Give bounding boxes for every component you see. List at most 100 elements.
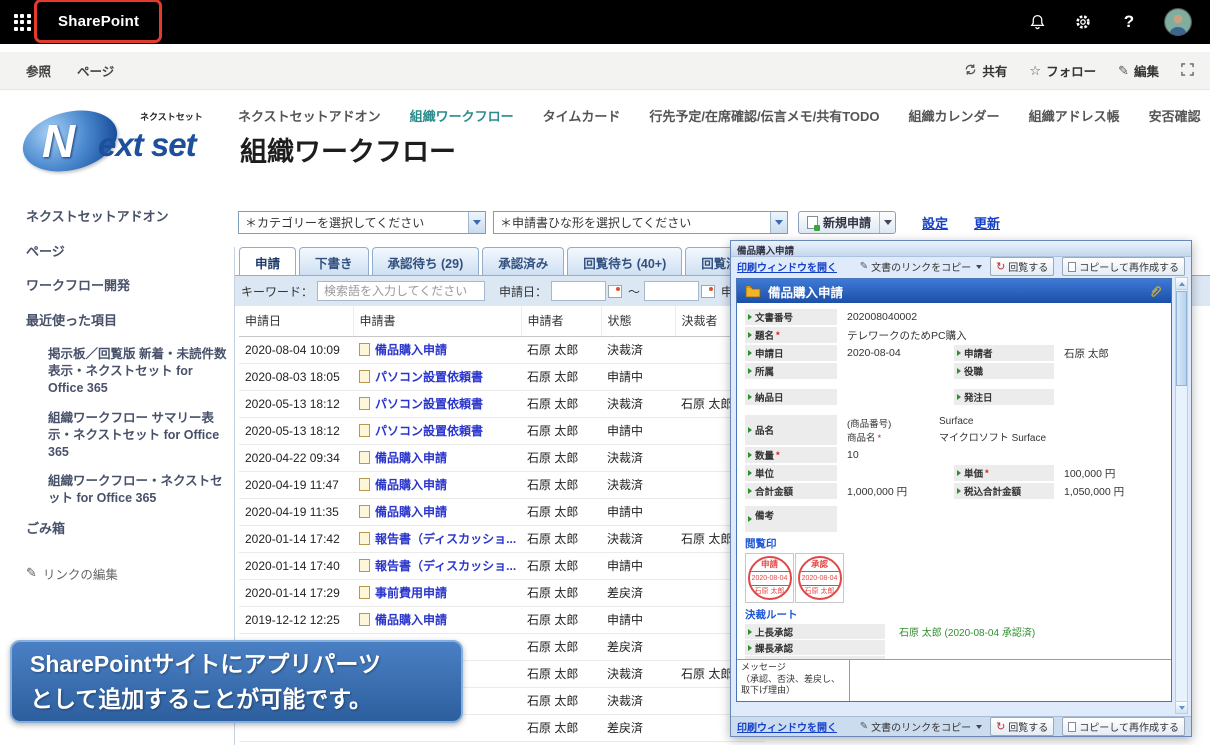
cell-applicant: 石原 太郎 — [521, 687, 601, 714]
notifications-bell-icon[interactable] — [1026, 11, 1048, 33]
date-to-input[interactable] — [644, 281, 699, 301]
status-tab[interactable]: 回覧待ち (40+) — [567, 247, 682, 276]
status-tab[interactable]: 申請 — [239, 247, 296, 276]
document-link[interactable]: 報告書（ディスカッショ... — [375, 530, 516, 547]
circulate-button[interactable]: ↻ 回覧する — [990, 257, 1054, 276]
sidebar-item[interactable]: ページ — [26, 243, 230, 261]
scroll-up-icon[interactable] — [1176, 278, 1187, 290]
route-row: 課長承認 — [745, 640, 1163, 655]
table-row: 2020-08-03 18:05 パソコン設置依頼書 石原 太郎 申請中 — [239, 363, 765, 390]
nav-link[interactable]: 行先予定/在席確認/伝言メモ/共有TODO — [649, 106, 879, 125]
sidebar-item[interactable]: 組織ワークフロー サマリー表示・ネクストセット for Office 365 — [48, 410, 230, 461]
ribbon-tab-browse[interactable]: 参照 — [26, 61, 51, 80]
status-tab[interactable]: 承認待ち (29) — [372, 247, 480, 276]
sidebar-item[interactable]: 最近使った項目 — [26, 312, 230, 330]
dropdown-caret-icon — [976, 265, 982, 269]
nav-link[interactable]: 組織カレンダー — [909, 106, 1000, 125]
document-link[interactable]: パソコン設置依頼書 — [375, 422, 483, 439]
share-button[interactable]: 共有 — [964, 61, 1007, 80]
follow-button[interactable]: ☆ フォロー — [1029, 61, 1096, 80]
template-select[interactable]: ＊申請書ひな形を選択してください — [493, 211, 788, 234]
copy-recreate-button[interactable]: コピーして再作成する — [1062, 717, 1185, 736]
nav-link[interactable]: 組織ワークフロー — [410, 106, 514, 125]
document-link[interactable]: 備品購入申請 — [375, 449, 447, 466]
refresh-link[interactable]: 更新 — [974, 213, 1000, 232]
field-label: 文書番号 — [745, 309, 837, 325]
copy-link-button[interactable]: ✎ 文書のリンクをコピー — [860, 719, 982, 734]
route-label: 上長承認 — [745, 624, 885, 639]
folder-icon — [745, 284, 761, 298]
focus-corners-icon — [1181, 63, 1194, 79]
help-icon[interactable]: ? — [1118, 11, 1140, 33]
copy-link-button[interactable]: ✎ 文書のリンクをコピー — [860, 259, 982, 274]
calendar-icon[interactable] — [701, 285, 715, 298]
settings-link[interactable]: 設定 — [922, 213, 948, 232]
app-launcher-icon[interactable] — [0, 0, 44, 44]
col-header-status[interactable]: 状態 — [601, 306, 675, 336]
circulate-button[interactable]: ↻ 回覧する — [990, 717, 1054, 736]
edit-links-button[interactable]: ✎ リンクの編集 — [26, 564, 230, 583]
document-link[interactable]: 事前費用申請 — [375, 584, 447, 601]
quick-launch-sidebar: ネクストセットアドオンページワークフロー開発最近使った項目掲示板／回覧版 新着・… — [0, 208, 230, 583]
user-avatar[interactable] — [1164, 8, 1192, 36]
cell-applicant: 石原 太郎 — [521, 633, 601, 660]
document-link[interactable]: 備品購入申請 — [375, 611, 447, 628]
document-icon — [359, 532, 370, 545]
focus-mode-button[interactable] — [1181, 63, 1194, 79]
col-header-date[interactable]: 申請日 — [239, 306, 353, 336]
document-link[interactable]: 備品購入申請 — [375, 341, 447, 358]
document-link[interactable]: パソコン設置依頼書 — [375, 395, 483, 412]
document-link[interactable]: 備品購入申請 — [375, 503, 447, 520]
calendar-icon[interactable] — [608, 285, 622, 298]
field-value: 2020-08-04 — [837, 345, 901, 361]
sidebar-item[interactable]: 掲示板／回覧版 新着・未読件数表示・ネクストセット for Office 365 — [48, 346, 230, 397]
nav-link[interactable]: タイムカード — [543, 106, 621, 125]
document-icon — [359, 424, 370, 437]
nav-link[interactable]: ネクストセットアドオン — [238, 106, 381, 125]
field-value: 10 — [837, 447, 859, 463]
document-link[interactable]: 備品購入申請 — [375, 476, 447, 493]
copy-recreate-button[interactable]: コピーして再作成する — [1062, 257, 1185, 276]
settings-gear-icon[interactable] — [1072, 11, 1094, 33]
keyword-input[interactable] — [317, 281, 485, 301]
sharepoint-brand[interactable]: SharePoint — [58, 13, 139, 30]
scrollbar-thumb[interactable] — [1176, 291, 1187, 386]
new-request-dropdown[interactable] — [879, 212, 895, 233]
date-from-input[interactable] — [551, 281, 606, 301]
print-window-link[interactable]: 印刷ウィンドウを開く — [737, 719, 837, 734]
field-value: テレワークのためPC購入 — [837, 327, 967, 343]
panel-scrollbar[interactable] — [1175, 277, 1188, 714]
document-link[interactable]: パソコン設置依頼書 — [375, 368, 483, 385]
print-window-link[interactable]: 印刷ウィンドウを開く — [737, 259, 837, 274]
status-tab[interactable]: 下書き — [299, 247, 369, 276]
chevron-down-icon — [468, 212, 485, 233]
nav-link[interactable]: 組織アドレス帳 — [1029, 106, 1120, 125]
edit-button[interactable]: ✎ 編集 — [1118, 61, 1159, 80]
cell-status: 申請中 — [601, 363, 675, 390]
col-header-applicant[interactable]: 申請者 — [521, 306, 601, 336]
item-sub-value: Surface — [939, 416, 1046, 427]
scroll-down-icon[interactable] — [1176, 701, 1187, 713]
document-link[interactable]: 報告書（ディスカッショ... — [375, 557, 516, 574]
required-mark: * — [776, 330, 780, 341]
sidebar-item[interactable]: ワークフロー開発 — [26, 277, 230, 295]
pencil-icon: ✎ — [26, 565, 37, 581]
col-header-doc[interactable]: 申請書 — [353, 306, 521, 336]
cell-date: 2020-05-13 18:12 — [239, 390, 353, 417]
paperclip-icon[interactable] — [1148, 284, 1163, 299]
star-icon: ☆ — [1029, 63, 1041, 79]
sidebar-item[interactable]: ごみ箱 — [26, 520, 230, 538]
category-select[interactable]: ＊カテゴリーを選択してください — [238, 211, 486, 234]
cell-applicant: 石原 太郎 — [521, 498, 601, 525]
message-textarea[interactable] — [849, 660, 1171, 701]
table-row: 2020-05-13 18:12 パソコン設置依頼書 石原 太郎 申請中 — [239, 417, 765, 444]
nav-link[interactable]: 安否確認 — [1149, 106, 1201, 125]
approval-route: 上長承認 石原 太郎 (2020-08-04 承認済) 課長承認 稟議承認 — [745, 624, 1163, 659]
callout-banner: SharePointサイトにアプリパーツ として追加することが可能です。 — [10, 640, 463, 723]
sidebar-item[interactable]: 組織ワークフロー・ネクストセット for Office 365 — [48, 473, 230, 507]
new-request-label: 新規申請 — [823, 214, 871, 231]
status-tab[interactable]: 承認済み — [482, 247, 564, 276]
new-request-button[interactable]: 新規申請 — [798, 211, 896, 234]
ribbon-tab-page[interactable]: ページ — [77, 61, 114, 80]
sidebar-item[interactable]: ネクストセットアドオン — [26, 208, 230, 226]
